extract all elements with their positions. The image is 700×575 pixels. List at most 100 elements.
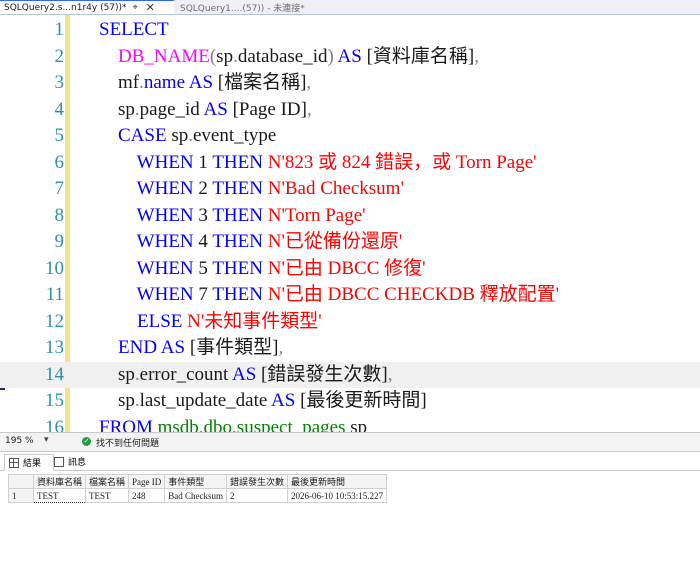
grid-cell[interactable]: 2 (226, 488, 289, 503)
code-token: WHEN (136, 204, 194, 226)
code-token: 2 (193, 178, 213, 199)
code-token: name (143, 72, 186, 93)
code-line[interactable]: 5 CASE sp.event_type (0, 123, 700, 150)
code-token: THEN (212, 257, 263, 279)
code-token: N'已由 DBCC 修復' (262, 257, 426, 279)
grid-cell[interactable]: 248 (128, 488, 166, 503)
code-text: FROM msdb.dbo.suspect_pages sp (80, 415, 367, 433)
pin-icon[interactable]: ⌖ (133, 3, 138, 13)
code-token: sp (80, 98, 135, 120)
code-text: mf.name AS [檔案名稱], (80, 70, 311, 97)
grid-icon (9, 457, 19, 468)
code-line[interactable]: 6 WHEN 1 THEN N'823 或 824 錯誤，或 Torn Page… (0, 150, 700, 177)
results-grid[interactable]: 資料庫名稱 檔案名稱 Page ID 事件類型 錯誤發生次數 最後更新時間 1 … (8, 474, 388, 503)
code-token: , (387, 363, 393, 385)
code-text: WHEN 4 THEN N'已從備份還原' (80, 229, 403, 256)
zoom-level[interactable]: 195 % (5, 436, 34, 446)
code-token: N'已由 DBCC CHECKDB 釋放配置' (262, 284, 560, 305)
code-line[interactable]: 12 ELSE N'未知事件類型' (0, 309, 700, 336)
code-text: WHEN 3 THEN N'Torn Page' (80, 203, 366, 230)
column-header[interactable]: Page ID (128, 474, 166, 489)
code-line[interactable]: 1 SELECT (0, 17, 700, 44)
grid-cell[interactable]: TEST (85, 488, 130, 503)
line-number: 9 (54, 231, 65, 252)
code-token: suspect_pages (236, 416, 346, 433)
code-token: END (118, 337, 158, 358)
code-text: sp.page_id AS [Page ID], (80, 97, 312, 124)
result-tabs: 結果 訊息 (0, 452, 700, 471)
chevron-down-icon[interactable]: ▾ (44, 435, 49, 445)
code-token: WHEN (136, 231, 194, 252)
code-token: last_update_date (139, 390, 268, 411)
code-line[interactable]: 16 FROM msdb.dbo.suspect_pages sp (0, 415, 700, 433)
tab-results-label: 結果 (23, 459, 42, 469)
code-line[interactable]: 14 sp.error_count AS [錯誤發生次數], (0, 361, 700, 388)
line-number: 3 (54, 72, 65, 93)
close-icon[interactable]: ✕ (146, 1, 155, 14)
code-token: WHEN (136, 151, 194, 173)
grid-cell[interactable]: TEST (32, 488, 87, 503)
column-header[interactable]: 資料庫名稱 (32, 474, 87, 489)
code-token: [事件類型] (185, 337, 279, 358)
code-token: WHEN (136, 284, 194, 305)
code-token: FROM (99, 416, 153, 433)
code-token: 5 (193, 257, 213, 279)
row-header-corner[interactable] (8, 474, 34, 489)
issues-status-text: 找不到任何問題 (96, 439, 160, 449)
grid-cell[interactable]: 2026-06-10 10:53:15.227 (287, 488, 388, 503)
code-line[interactable]: 7 WHEN 2 THEN N'Bad Checksum' (0, 176, 700, 203)
code-line[interactable]: 13 END AS [事件類型], (0, 335, 700, 362)
code-text: sp.last_update_date AS [最後更新時間] (80, 388, 427, 415)
code-token: 7 (193, 284, 213, 305)
tab-sqlquery2[interactable]: SQLQuery2.s...n1r4y (57))* ⌖ ✕ (0, 0, 174, 14)
code-line[interactable]: 10 WHEN 5 THEN N'已由 DBCC 修復' (0, 256, 700, 283)
tab-sqlquery1-label: SQLQuery1....(57)) - 未連接* (180, 3, 305, 14)
code-token: N'823 或 824 錯誤，或 Torn Page' (262, 151, 537, 173)
column-header[interactable]: 事件類型 (164, 474, 228, 489)
code-token: THEN (212, 178, 263, 199)
code-text: ELSE N'未知事件類型' (80, 309, 322, 336)
column-header[interactable]: 最後更新時間 (287, 474, 388, 489)
code-text: WHEN 5 THEN N'已由 DBCC 修復' (80, 256, 426, 283)
code-token: dbo (203, 416, 233, 433)
code-token: AS (188, 72, 214, 93)
column-header[interactable]: 錯誤發生次數 (226, 474, 289, 489)
code-token: WHEN (136, 178, 194, 199)
query-editor[interactable]: 1 SELECT 2 DB_NAME(sp.database_id) AS [資料… (0, 15, 700, 432)
code-text: END AS [事件類型], (80, 335, 283, 362)
code-line[interactable]: 11 WHEN 7 THEN N'已由 DBCC CHECKDB 釋放配置' (0, 282, 700, 309)
line-number: 10 (45, 257, 64, 279)
line-number: 12 (45, 310, 64, 332)
table-row: 1 TEST TEST 248 Bad Checksum 2 2026-06-1… (8, 488, 388, 503)
grid-cell[interactable]: Bad Checksum (164, 488, 228, 503)
code-line[interactable]: 3 mf.name AS [檔案名稱], (0, 70, 700, 97)
code-token: 4 (193, 231, 213, 252)
code-token: AS (337, 45, 362, 67)
code-line[interactable]: 9 WHEN 4 THEN N'已從備份還原' (0, 229, 700, 256)
code-token: THEN (212, 231, 263, 252)
row-number[interactable]: 1 (8, 488, 34, 503)
code-line[interactable]: 2 DB_NAME(sp.database_id) AS [資料庫名稱], (0, 44, 700, 71)
code-token: msdb (157, 416, 199, 433)
code-token: N'Bad Checksum' (262, 178, 404, 199)
column-header[interactable]: 檔案名稱 (85, 474, 130, 489)
code-line[interactable]: 15 sp.last_update_date AS [最後更新時間] (0, 388, 700, 415)
code-token: [資料庫名稱] (361, 45, 475, 67)
line-number: 1 (54, 19, 65, 40)
message-icon (54, 456, 64, 467)
tab-results[interactable]: 結果 (4, 454, 54, 471)
tab-messages[interactable]: 訊息 (50, 454, 98, 469)
tab-sqlquery1[interactable]: SQLQuery1....(57)) - 未連接* (176, 0, 326, 14)
code-text: WHEN 7 THEN N'已由 DBCC CHECKDB 釋放配置' (80, 282, 559, 309)
code-token: sp (166, 125, 189, 146)
code-line[interactable]: 8 WHEN 3 THEN N'Torn Page' (0, 203, 700, 230)
grid-header-row: 資料庫名稱 檔案名稱 Page ID 事件類型 錯誤發生次數 最後更新時間 (8, 474, 388, 489)
code-line[interactable]: 4 sp.page_id AS [Page ID], (0, 97, 700, 124)
